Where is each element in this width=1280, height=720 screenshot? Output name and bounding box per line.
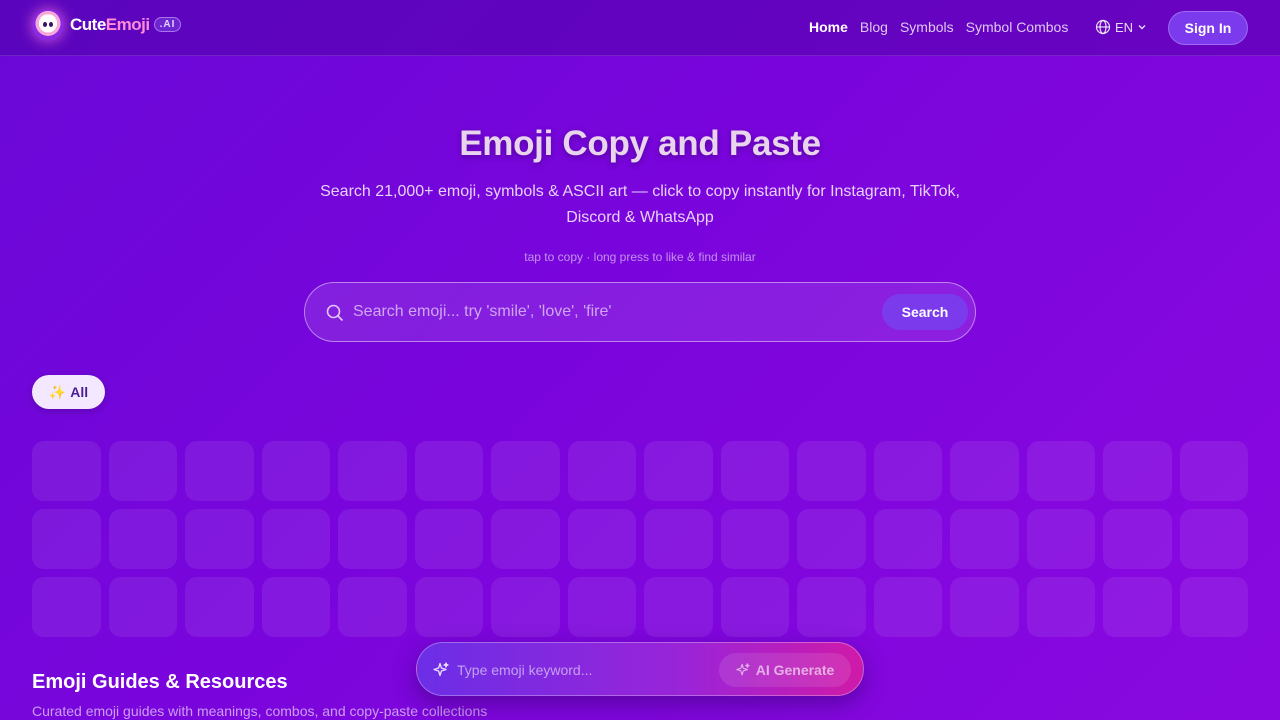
emoji-skeleton-cell (873, 577, 942, 637)
emoji-skeleton-cell (32, 441, 101, 501)
emoji-skeleton-cell (261, 577, 330, 637)
hero-subtitle: Search 21,000+ emoji, symbols & ASCII ar… (320, 183, 960, 226)
search-bar: Search (304, 282, 976, 342)
chevron-down-icon (1138, 25, 1146, 30)
emoji-skeleton-cell (1179, 441, 1248, 501)
brand-logo[interactable]: CuteEmoji .AI (32, 9, 182, 41)
emoji-skeleton-cell (1026, 577, 1095, 637)
emoji-skeleton-cell (720, 441, 789, 501)
emoji-skeleton-cell (1026, 441, 1095, 501)
emoji-skeleton-cell (797, 509, 866, 569)
emoji-skeleton-cell (338, 577, 407, 637)
emoji-skeleton-cell (797, 441, 866, 501)
emoji-skeleton-cell (108, 577, 177, 637)
emoji-skeleton-cell (108, 509, 177, 569)
brand-name-emoji: Emoji (105, 15, 150, 34)
emoji-skeleton-cell (414, 509, 483, 569)
sparkle-icon (433, 662, 449, 677)
brand-name: CuteEmoji (70, 15, 150, 35)
brand-name-cute: Cute (70, 15, 106, 34)
emoji-skeleton-cell (1026, 509, 1095, 569)
emoji-skeleton-cell (32, 577, 101, 637)
emoji-skeleton-cell (414, 441, 483, 501)
emoji-skeleton-cell (720, 577, 789, 637)
emoji-skeleton-cell (1179, 509, 1248, 569)
emoji-skeleton-cell (720, 509, 789, 569)
emoji-skeleton-cell (32, 509, 101, 569)
sparkle-icon (736, 663, 750, 676)
emoji-skeleton-cell (950, 577, 1019, 637)
emoji-skeleton-cell (1103, 509, 1172, 569)
emoji-skeleton-cell (491, 577, 560, 637)
emoji-skeleton-cell (108, 441, 177, 501)
emoji-skeleton-cell (185, 577, 254, 637)
top-nav: CuteEmoji .AI Home Blog Symbols Symbol C… (0, 0, 1280, 56)
ai-generate-bar: AI Generate (416, 642, 864, 696)
emoji-skeleton-cell (567, 441, 636, 501)
category-chip-label: All (70, 384, 89, 400)
search-button[interactable]: Search (882, 294, 968, 330)
nav-links: Home Blog Symbols Symbol Combos (809, 19, 1080, 35)
language-label: EN (1115, 19, 1134, 35)
emoji-skeleton-cell (261, 441, 330, 501)
nav-link-symbol-combos[interactable]: Symbol Combos (966, 19, 1069, 35)
nav-link-symbols[interactable]: Symbols (900, 19, 954, 35)
search-input[interactable] (353, 299, 873, 325)
emoji-skeleton-cell (644, 441, 713, 501)
emoji-skeleton-cell (1103, 441, 1172, 501)
emoji-skeleton-cell (185, 441, 254, 501)
emoji-skeleton-cell (950, 441, 1019, 501)
sign-in-button[interactable]: Sign In (1168, 11, 1248, 45)
ai-badge: .AI (153, 16, 182, 32)
emoji-grid (32, 441, 1248, 637)
nav-link-blog[interactable]: Blog (860, 19, 888, 35)
search-icon (326, 304, 344, 322)
emoji-skeleton-cell (1179, 577, 1248, 637)
guides-subtitle: Curated emoji guides with meanings, comb… (32, 703, 488, 719)
page-title: Emoji Copy and Paste (459, 124, 821, 163)
emoji-skeleton-cell (567, 577, 636, 637)
emoji-skeleton-cell (414, 577, 483, 637)
ai-keyword-input[interactable] (457, 659, 717, 681)
sparkles-icon: ✨ (48, 383, 67, 400)
emoji-skeleton-cell (491, 441, 560, 501)
guides-heading: Emoji Guides & Resources (32, 671, 288, 693)
emoji-skeleton-cell (644, 509, 713, 569)
usage-hint: tap to copy · long press to like & find … (524, 250, 756, 264)
emoji-skeleton-cell (644, 577, 713, 637)
emoji-skeleton-cell (873, 441, 942, 501)
ai-generate-button[interactable]: AI Generate (719, 653, 851, 687)
ai-generate-label: AI Generate (755, 662, 835, 678)
category-chip-all[interactable]: ✨ All (32, 375, 105, 409)
emoji-skeleton-cell (491, 509, 560, 569)
language-selector[interactable]: EN (1095, 19, 1151, 35)
emoji-skeleton-cell (1103, 577, 1172, 637)
emoji-skeleton-cell (873, 509, 942, 569)
emoji-skeleton-cell (338, 509, 407, 569)
emoji-skeleton-cell (338, 441, 407, 501)
emoji-skeleton-cell (950, 509, 1019, 569)
emoji-skeleton-cell (567, 509, 636, 569)
globe-icon (1095, 19, 1111, 35)
cute-face-icon (32, 9, 64, 41)
emoji-skeleton-cell (261, 509, 330, 569)
emoji-skeleton-cell (797, 577, 866, 637)
emoji-skeleton-cell (185, 509, 254, 569)
nav-link-home[interactable]: Home (809, 19, 848, 35)
